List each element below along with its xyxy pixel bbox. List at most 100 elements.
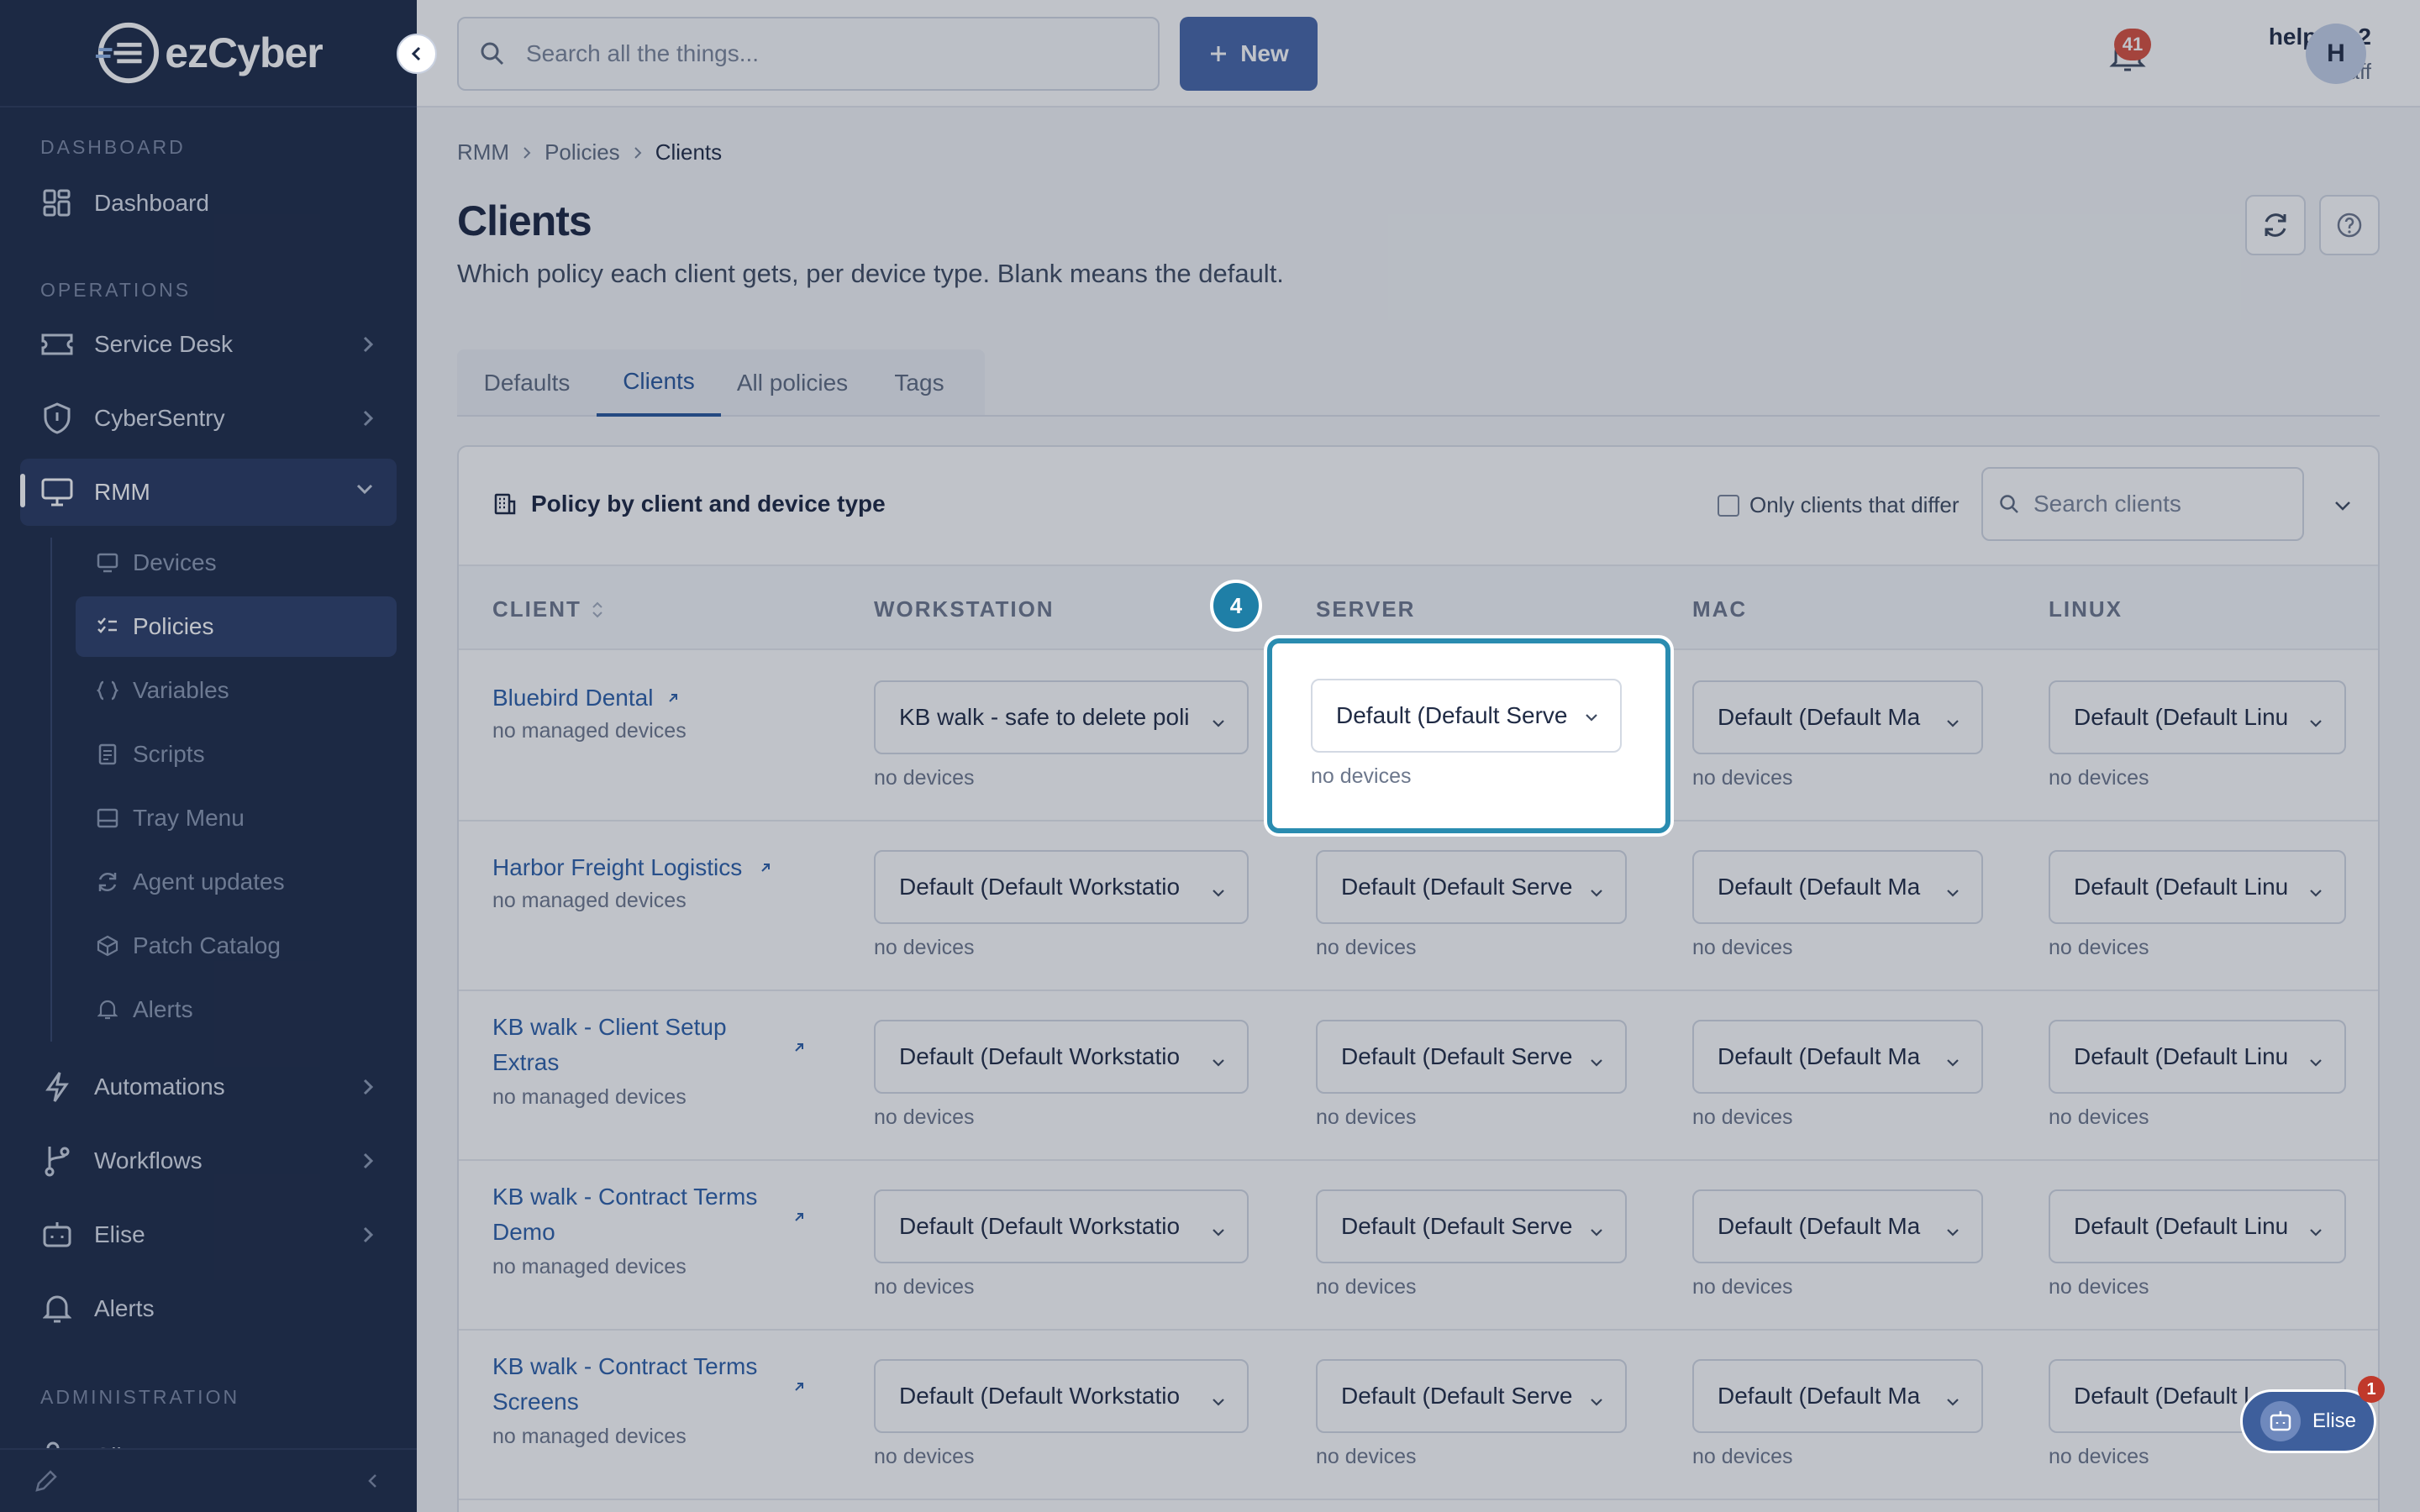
no-devices-note: no devices <box>1692 1445 1793 1468</box>
only-differ-label: Only clients that differ <box>1749 492 1960 517</box>
only-differ-filter[interactable]: Only clients that differ <box>1718 492 1960 518</box>
table-row: KB walk - Client Setup Extras no managed … <box>459 991 2378 1161</box>
external-link-icon[interactable] <box>792 1040 807 1059</box>
mac-policy-select[interactable]: Default (Default Ma <box>1692 1359 1983 1433</box>
sidebar-item-dashboard[interactable]: Dashboard <box>20 170 397 237</box>
select-value: Default (Default Ma <box>1718 704 1921 730</box>
sidebar-item-rmm[interactable]: RMM <box>20 459 397 526</box>
workstation-policy-select[interactable]: Default (Default Workstatio <box>874 1359 1249 1433</box>
chevron-right-icon <box>363 1152 374 1169</box>
chevron-down-icon <box>2307 711 2324 738</box>
sidebar-subitem-tray-menu[interactable]: Tray Menu <box>76 788 397 848</box>
collapse-sidebar-button[interactable] <box>397 34 437 74</box>
elise-label: Elise <box>2312 1410 2357 1432</box>
card-title: Policy by client and device type <box>492 491 886 517</box>
notification-badge: 41 <box>2114 29 2151 60</box>
server-policy-select[interactable]: Default (Default Serve <box>1316 850 1627 924</box>
linux-policy-select[interactable]: Default (Default Linu <box>2049 1189 2346 1263</box>
mac-policy-select[interactable]: Default (Default Ma <box>1692 1020 1983 1094</box>
only-differ-checkbox[interactable] <box>1718 494 1739 517</box>
linux-policy-select[interactable]: Default (Default Linu <box>2049 850 2346 924</box>
server-policy-select[interactable]: Default (Default Serve <box>1316 1189 1627 1263</box>
tab-tags[interactable]: Tags <box>864 349 975 417</box>
tab-all-policies[interactable]: All policies <box>721 349 864 417</box>
sidebar-subitem-scripts[interactable]: Scripts <box>76 724 397 785</box>
select-value: Default (Default Serve <box>1341 1383 1573 1409</box>
sidebar-subitem-variables[interactable]: Variables <box>76 660 397 721</box>
new-button[interactable]: New <box>1180 17 1318 91</box>
server-policy-select[interactable]: Default (Default Serve <box>1316 1359 1627 1433</box>
external-link-icon[interactable] <box>758 860 773 879</box>
sidebar-subitem-label: Alerts <box>133 996 193 1022</box>
header-mac: MAC <box>1692 596 1748 622</box>
external-link-icon[interactable] <box>666 690 681 710</box>
sidebar-subitem-policies[interactable]: Policies <box>76 596 397 657</box>
client-link[interactable]: KB walk - Contract Terms Screens <box>492 1349 770 1420</box>
help-button[interactable] <box>2319 195 2380 255</box>
client-link[interactable]: KB walk - Contract Terms Demo <box>492 1179 770 1250</box>
workstation-policy-select[interactable]: Default (Default Workstatio <box>874 850 1249 924</box>
sidebar-subitem-alerts[interactable]: Alerts <box>76 979 397 1040</box>
sidebar-subitem-agent-updates[interactable]: Agent updates <box>76 852 397 912</box>
mac-policy-select[interactable]: Default (Default Ma <box>1692 680 1983 754</box>
client-search-input[interactable]: Search clients <box>1981 467 2304 541</box>
sidebar-subitem-patch-catalog[interactable]: Patch Catalog <box>76 916 397 976</box>
global-search-input[interactable]: Search all the things... <box>457 17 1160 91</box>
section-operations: OPERATIONS <box>40 279 192 301</box>
no-devices-note: no devices <box>1316 1105 1417 1129</box>
header-client[interactable]: CLIENT <box>492 596 605 622</box>
sidebar-subitem-devices[interactable]: Devices <box>76 533 397 593</box>
no-devices-note: no devices <box>1316 1445 1417 1468</box>
tab-clients[interactable]: Clients <box>597 349 721 417</box>
external-link-icon[interactable] <box>792 1210 807 1229</box>
refresh-button[interactable] <box>2245 195 2306 255</box>
breadcrumb-rmm[interactable]: RMM <box>457 139 509 165</box>
sidebar-item-cybersentry[interactable]: CyberSentry <box>20 385 397 452</box>
sidebar-item-alerts[interactable]: Alerts <box>20 1275 397 1342</box>
no-devices-note: no devices <box>1692 766 1793 790</box>
mac-policy-select[interactable]: Default (Default Ma <box>1692 850 1983 924</box>
sidebar-item-automations[interactable]: Automations <box>20 1053 397 1121</box>
select-value: KB walk - safe to delete poli <box>899 704 1190 730</box>
server-policy-select[interactable]: Default (Default Serve <box>1316 1020 1627 1094</box>
linux-policy-select[interactable]: Default (Default Linu <box>2049 1020 2346 1094</box>
tab-defaults[interactable]: Defaults <box>457 349 597 417</box>
logo-row: ezCyber <box>0 0 437 108</box>
workstation-policy-select[interactable]: Default (Default Workstatio <box>874 1189 1249 1263</box>
linux-policy-select[interactable]: Default (Default Linu <box>2049 680 2346 754</box>
select-value: Default (Default Serve <box>1341 874 1573 900</box>
sidebar-item-workflows[interactable]: Workflows <box>20 1127 397 1194</box>
brand-name: ezCyber <box>165 29 324 76</box>
topbar: Search all the things... New 41 help+kb2… <box>417 0 2420 108</box>
pencil-icon[interactable] <box>34 1468 59 1494</box>
select-value: Default (Default Linu <box>2074 704 2289 730</box>
sidebar-item-elise[interactable]: Elise <box>20 1201 397 1268</box>
avatar[interactable]: H <box>2306 24 2366 84</box>
help-icon <box>2337 213 2362 238</box>
client-meta: no managed devices <box>492 889 687 912</box>
chevron-down-icon <box>1210 1050 1227 1077</box>
sidebar-subitem-label: Devices <box>133 549 217 575</box>
workstation-policy-select[interactable]: Default (Default Workstatio <box>874 1020 1249 1094</box>
sidebar-subitem-label: Tray Menu <box>133 805 245 831</box>
sidebar-item-service-desk[interactable]: Service Desk <box>20 311 397 378</box>
select-value: Default (Default Serve <box>1341 1213 1573 1239</box>
package-icon <box>96 934 119 958</box>
highlighted-server-policy-select[interactable]: Default (Default Serve <box>1311 679 1622 753</box>
brand-logo[interactable]: ezCyber <box>94 20 324 86</box>
elise-assistant-button[interactable]: Elise <box>2240 1389 2376 1453</box>
client-link[interactable]: Harbor Freight Logistics <box>492 850 845 885</box>
no-devices-note: no devices <box>874 1275 975 1299</box>
chevron-right-icon <box>523 146 531 159</box>
client-search-placeholder: Search clients <box>2033 491 2181 517</box>
breadcrumb-policies[interactable]: Policies <box>544 139 620 165</box>
client-link[interactable]: KB walk - Client Setup Extras <box>492 1010 770 1080</box>
select-value: Default (Default Workstatio <box>899 1383 1181 1409</box>
external-link-icon[interactable] <box>792 1379 807 1399</box>
chevron-down-icon[interactable] <box>2331 494 2354 517</box>
tab-bar: Defaults Clients All policies Tags <box>457 349 2380 417</box>
workstation-policy-select[interactable]: KB walk - safe to delete poli <box>874 680 1249 754</box>
chevron-left-icon[interactable] <box>363 1471 383 1491</box>
mac-policy-select[interactable]: Default (Default Ma <box>1692 1189 1983 1263</box>
select-value: Default (Default Linu <box>2074 874 2289 900</box>
